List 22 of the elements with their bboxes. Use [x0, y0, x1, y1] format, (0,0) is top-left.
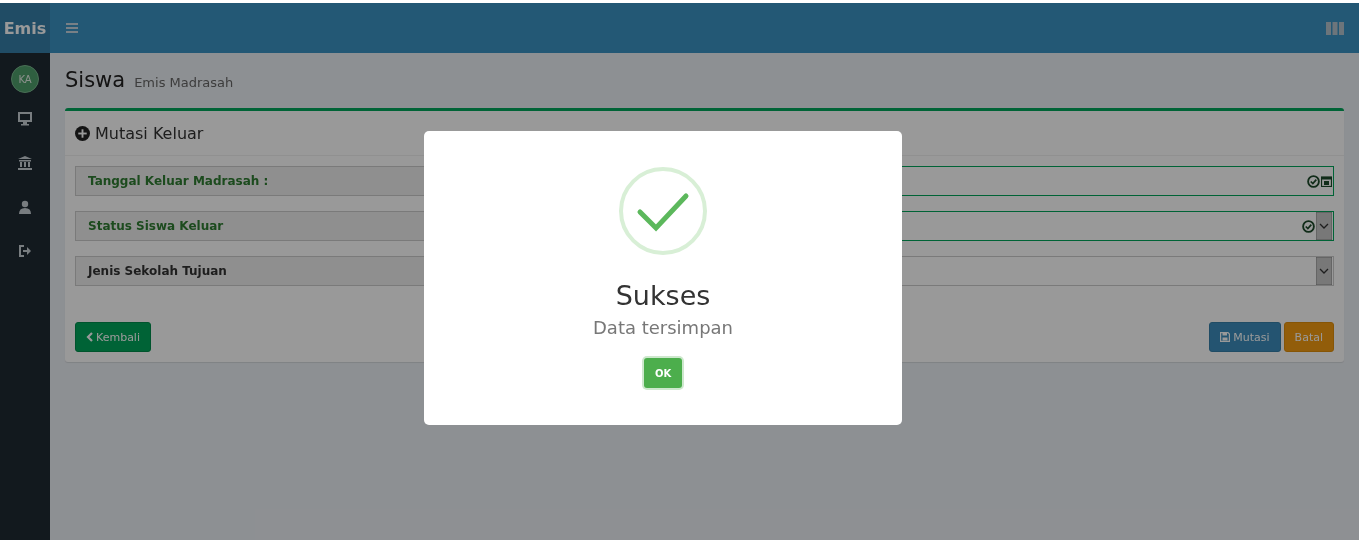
user-icon[interactable]	[18, 200, 32, 214]
panel-title: Mutasi Keluar	[95, 123, 204, 143]
dialog-message: Data tersimpan	[593, 317, 733, 338]
floppy-icon	[1220, 332, 1231, 342]
success-check-icon	[618, 166, 708, 256]
page-title: Siswa	[65, 68, 126, 92]
check-circle-icon	[1302, 219, 1315, 233]
calendar-icon[interactable]	[1321, 175, 1332, 187]
page-subtitle: Emis Madrasah	[134, 75, 234, 90]
check-circle-icon	[1307, 174, 1320, 188]
cancel-button[interactable]: Batal	[1283, 322, 1334, 352]
plus-circle-icon	[75, 125, 90, 141]
monitor-icon[interactable]	[18, 112, 32, 126]
save-button[interactable]: Mutasi	[1209, 322, 1281, 352]
logout-icon[interactable]	[18, 244, 32, 258]
dialog-title: Sukses	[615, 280, 711, 311]
bank-icon[interactable]	[18, 156, 32, 170]
ok-button[interactable]: OK	[644, 358, 682, 388]
avatar: KA	[11, 65, 39, 93]
chevron-left-icon	[86, 332, 93, 342]
back-button[interactable]: Kembali	[75, 322, 151, 352]
brand-logo[interactable]: Emis	[0, 3, 50, 53]
